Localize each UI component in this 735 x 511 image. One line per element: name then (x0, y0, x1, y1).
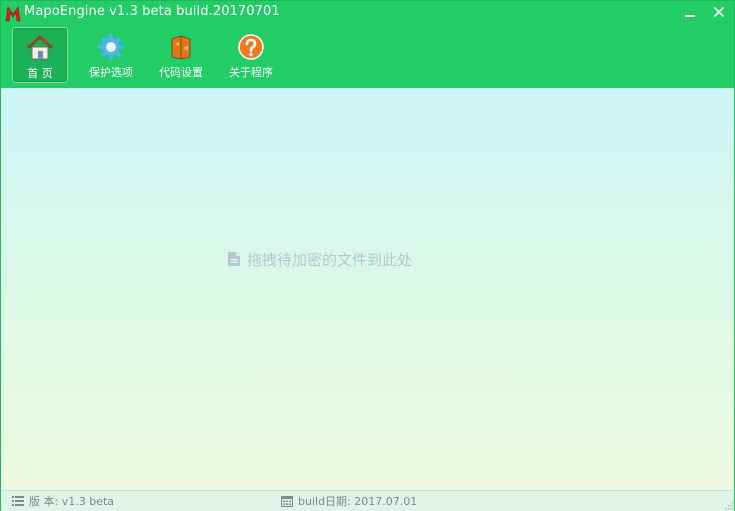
resize-grip-icon[interactable] (723, 500, 733, 510)
status-version: 版 本: v1.3 beta (12, 493, 114, 509)
help-icon (238, 34, 264, 60)
file-icon (228, 252, 240, 266)
title-bar[interactable]: MapoEngine v1.3 beta build.20170701 (1, 1, 734, 25)
window-title: MapoEngine v1.3 beta build.20170701 (24, 4, 280, 19)
toolbar-code-settings-button[interactable]: 代码设置 (153, 27, 209, 83)
calendar-icon (281, 496, 293, 507)
drop-area[interactable]: 拖拽待加密的文件到此处 (1, 88, 734, 490)
minimize-icon (685, 15, 695, 17)
toolbar-protection-button[interactable]: 保护选项 (83, 27, 139, 83)
app-window: MapoEngine v1.3 beta build.20170701 首 页 … (0, 0, 735, 511)
app-logo-icon (5, 6, 21, 22)
gear-icon (98, 34, 124, 60)
toolbar-code-settings-label: 代码设置 (159, 66, 203, 79)
status-build-date-text: build日期: 2017.07.01 (298, 495, 418, 508)
toolbar-protection-label: 保护选项 (89, 66, 133, 79)
close-icon (713, 6, 725, 18)
status-version-text: 版 本: v1.3 beta (29, 495, 115, 508)
minimize-button[interactable] (677, 1, 703, 23)
home-icon (26, 35, 54, 60)
drop-hint-text: 拖拽待加密的文件到此处 (247, 250, 413, 269)
toolbar-home-label: 首 页 (27, 67, 53, 80)
toolbar: 首 页 保护选项 代码设置 关于程序 (1, 25, 734, 87)
toolbar-about-button[interactable]: 关于程序 (223, 27, 279, 83)
drop-hint: 拖拽待加密的文件到此处 (227, 249, 412, 269)
status-bar: 版 本: v1.3 beta build日期: 2017.07.01 (1, 490, 734, 511)
toolbar-about-label: 关于程序 (229, 66, 273, 79)
list-icon (12, 496, 24, 506)
toolbar-home-button[interactable]: 首 页 (12, 27, 68, 83)
puzzle-icon (171, 35, 191, 60)
header: MapoEngine v1.3 beta build.20170701 首 页 … (1, 1, 734, 88)
status-build-date: build日期: 2017.07.01 (281, 493, 417, 509)
close-button[interactable] (706, 1, 732, 23)
